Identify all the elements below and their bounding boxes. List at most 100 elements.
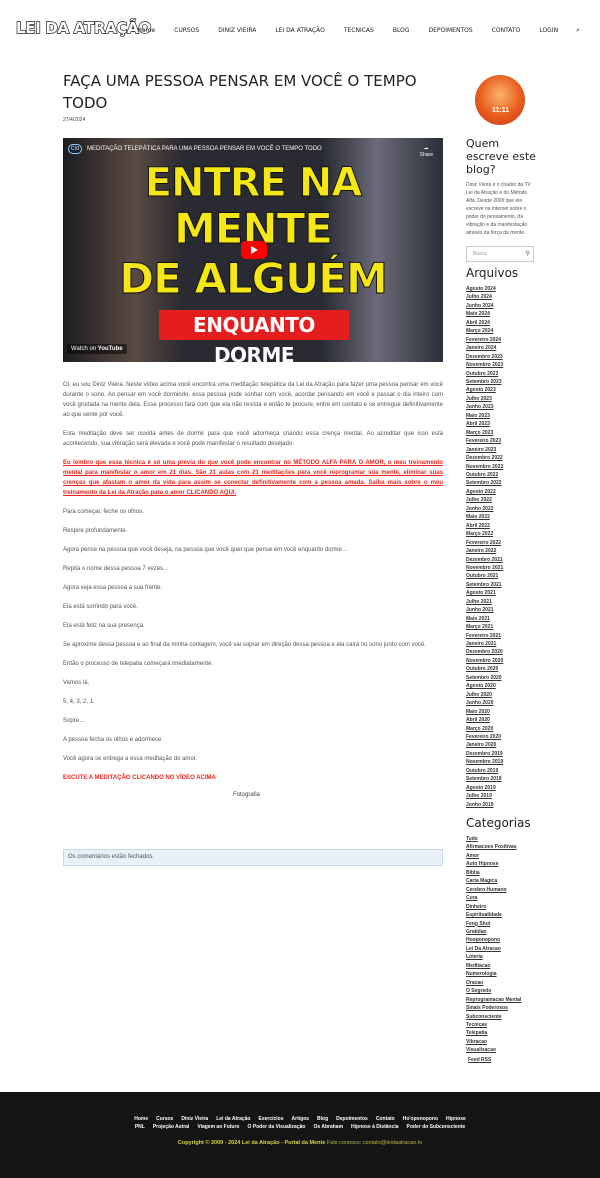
footer-link[interactable]: Lei da Atração bbox=[216, 1116, 250, 1122]
footer-link[interactable]: Ho'oponopono bbox=[403, 1116, 438, 1122]
archive-link[interactable]: Julho 2022 bbox=[466, 496, 536, 504]
archive-link[interactable]: Março 2023 bbox=[466, 429, 536, 437]
category-link[interactable]: Afirmacoes Positivas bbox=[466, 843, 536, 851]
archive-link[interactable]: Outubro 2021 bbox=[466, 572, 536, 580]
archive-link[interactable]: Outubro 2023 bbox=[466, 370, 536, 378]
category-link[interactable]: Auto Hipnose bbox=[466, 860, 536, 868]
archive-link[interactable]: Setembro 2021 bbox=[466, 581, 536, 589]
footer-link[interactable]: Diniz Vieira bbox=[181, 1116, 208, 1122]
footer-link[interactable]: Home bbox=[134, 1116, 148, 1122]
archive-link[interactable]: Fevereiro 2021 bbox=[466, 632, 536, 640]
archive-link[interactable]: Janeiro 2021 bbox=[466, 640, 536, 648]
nav-item-login[interactable]: LOGIN bbox=[539, 27, 558, 34]
archive-link[interactable]: Maio 2021 bbox=[466, 615, 536, 623]
nav-item-lei-da-atracao[interactable]: LEI DA ATRAÇÃO bbox=[275, 27, 324, 34]
archive-link[interactable]: Abril 2023 bbox=[466, 420, 536, 428]
archive-link[interactable]: Novembro 2020 bbox=[466, 657, 536, 665]
category-link[interactable]: Carta Magica bbox=[466, 877, 536, 885]
category-link[interactable]: Subconsciente bbox=[466, 1013, 536, 1021]
category-link[interactable]: Amor bbox=[466, 852, 536, 860]
archive-link[interactable]: Maio 2024 bbox=[466, 310, 536, 318]
archive-link[interactable]: Outubro 2022 bbox=[466, 471, 536, 479]
footer-link[interactable]: Projeção Astral bbox=[153, 1124, 190, 1130]
archive-link[interactable]: Setembro 2022 bbox=[466, 479, 536, 487]
category-link[interactable]: O Segredo bbox=[466, 987, 536, 995]
archive-link[interactable]: Fevereiro 2020 bbox=[466, 733, 536, 741]
archive-link[interactable]: Julho 2019 bbox=[466, 792, 536, 800]
archive-link[interactable]: Agosto 2024 bbox=[466, 285, 536, 293]
footer-link[interactable]: Hipnose à Distância bbox=[351, 1124, 399, 1130]
archive-link[interactable]: Abril 2020 bbox=[466, 716, 536, 724]
category-link[interactable]: Meditacao bbox=[466, 962, 536, 970]
archive-link[interactable]: Dezembro 2022 bbox=[466, 454, 536, 462]
footer-link[interactable]: Depoimentos bbox=[336, 1116, 368, 1122]
archive-link[interactable]: Junho 2022 bbox=[466, 505, 536, 513]
archive-link[interactable]: Janeiro 2022 bbox=[466, 547, 536, 555]
contact-text[interactable]: Fale conosco: contato@leidaatracao.tv bbox=[327, 1140, 422, 1146]
category-link[interactable]: Lei Da Atracao bbox=[466, 945, 536, 953]
nav-item-tecnicas[interactable]: TECNICAS bbox=[344, 27, 374, 34]
archive-link[interactable]: Março 2021 bbox=[466, 623, 536, 631]
footer-link[interactable]: Os Abraham bbox=[313, 1124, 343, 1130]
search-icon[interactable]: ⌕ bbox=[576, 26, 580, 35]
archive-link[interactable]: Junho 2019 bbox=[466, 801, 536, 809]
category-link[interactable]: Sinais Poderosos bbox=[466, 1004, 536, 1012]
category-link[interactable]: Tecnicas bbox=[466, 1021, 536, 1029]
archive-link[interactable]: Setembro 2019 bbox=[466, 775, 536, 783]
archive-link[interactable]: Agosto 2019 bbox=[466, 784, 536, 792]
archive-link[interactable]: Setembro 2023 bbox=[466, 378, 536, 386]
archive-link[interactable]: Janeiro 2024 bbox=[466, 344, 536, 352]
archive-link[interactable]: Maio 2023 bbox=[466, 412, 536, 420]
category-link[interactable]: Biblia bbox=[466, 869, 536, 877]
category-link[interactable]: Loteria bbox=[466, 953, 536, 961]
category-link[interactable]: Dinheiro bbox=[466, 903, 536, 911]
category-link[interactable]: Tudo bbox=[466, 835, 536, 843]
category-link[interactable]: Cura bbox=[466, 894, 536, 902]
archive-link[interactable]: Dezembro 2020 bbox=[466, 648, 536, 656]
footer-link[interactable]: Cursos bbox=[156, 1116, 173, 1122]
footer-link[interactable]: O Poder da Visualização bbox=[247, 1124, 305, 1130]
footer-link[interactable]: Exercícios bbox=[259, 1116, 284, 1122]
archive-link[interactable]: Julho 2023 bbox=[466, 395, 536, 403]
archive-link[interactable]: Maio 2022 bbox=[466, 513, 536, 521]
archive-link[interactable]: Maio 2020 bbox=[466, 708, 536, 716]
archive-link[interactable]: Abril 2022 bbox=[466, 522, 536, 530]
archive-link[interactable]: Junho 2023 bbox=[466, 403, 536, 411]
nav-item-cursos[interactable]: CURSOS bbox=[174, 27, 199, 34]
category-link[interactable]: Hooponopono bbox=[466, 936, 536, 944]
archive-link[interactable]: Novembro 2023 bbox=[466, 361, 536, 369]
archive-link[interactable]: Fevereiro 2024 bbox=[466, 336, 536, 344]
archive-link[interactable]: Dezembro 2023 bbox=[466, 353, 536, 361]
video-embed[interactable]: ENTRE NA MENTE DE ALGUÉM ENQUANTO DORME … bbox=[63, 138, 443, 362]
nav-item-contato[interactable]: CONTATO bbox=[492, 27, 521, 34]
share-button[interactable]: ➦ Share bbox=[420, 146, 433, 158]
archive-link[interactable]: Junho 2021 bbox=[466, 606, 536, 614]
category-link[interactable]: Visualizacao bbox=[466, 1046, 536, 1054]
category-link[interactable]: Espiritualidade bbox=[466, 911, 536, 919]
promo-link[interactable]: Eu lembro que essa técnica é só uma prév… bbox=[63, 458, 443, 498]
play-button-icon[interactable] bbox=[241, 241, 267, 259]
archive-link[interactable]: Dezembro 2021 bbox=[466, 556, 536, 564]
category-link[interactable]: Numerologia bbox=[466, 970, 536, 978]
archive-link[interactable]: Agosto 2021 bbox=[466, 589, 536, 597]
category-link[interactable]: Gratidao bbox=[466, 928, 536, 936]
category-link[interactable]: Feng Shui bbox=[466, 920, 536, 928]
archive-link[interactable]: Agosto 2022 bbox=[466, 488, 536, 496]
feed-rss-link[interactable]: Feed RSS bbox=[468, 1057, 491, 1063]
nav-item-depoimentos[interactable]: DEPOIMENTOS bbox=[428, 27, 472, 34]
category-link[interactable]: Oracao bbox=[466, 979, 536, 987]
archive-link[interactable]: Outubro 2019 bbox=[466, 767, 536, 775]
footer-link[interactable]: PNL bbox=[135, 1124, 145, 1130]
video-title[interactable]: MEDITAÇÃO TELEPÁTICA PARA UMA PESSOA PEN… bbox=[87, 146, 322, 152]
archive-link[interactable]: Fevereiro 2023 bbox=[466, 437, 536, 445]
category-link[interactable]: Reprogramacao Mental bbox=[466, 996, 536, 1004]
archive-link[interactable]: Julho 2021 bbox=[466, 598, 536, 606]
footer-link[interactable]: Artigos bbox=[292, 1116, 310, 1122]
archive-link[interactable]: Agosto 2020 bbox=[466, 682, 536, 690]
archive-link[interactable]: Novembro 2021 bbox=[466, 564, 536, 572]
search-icon[interactable]: ⚲ bbox=[526, 247, 530, 261]
archive-link[interactable]: Março 2020 bbox=[466, 725, 536, 733]
archive-link[interactable]: Março 2022 bbox=[466, 530, 536, 538]
archive-link[interactable]: Outubro 2020 bbox=[466, 665, 536, 673]
nav-item-diniz-vieira[interactable]: DINIZ VIEIRA bbox=[218, 27, 256, 34]
